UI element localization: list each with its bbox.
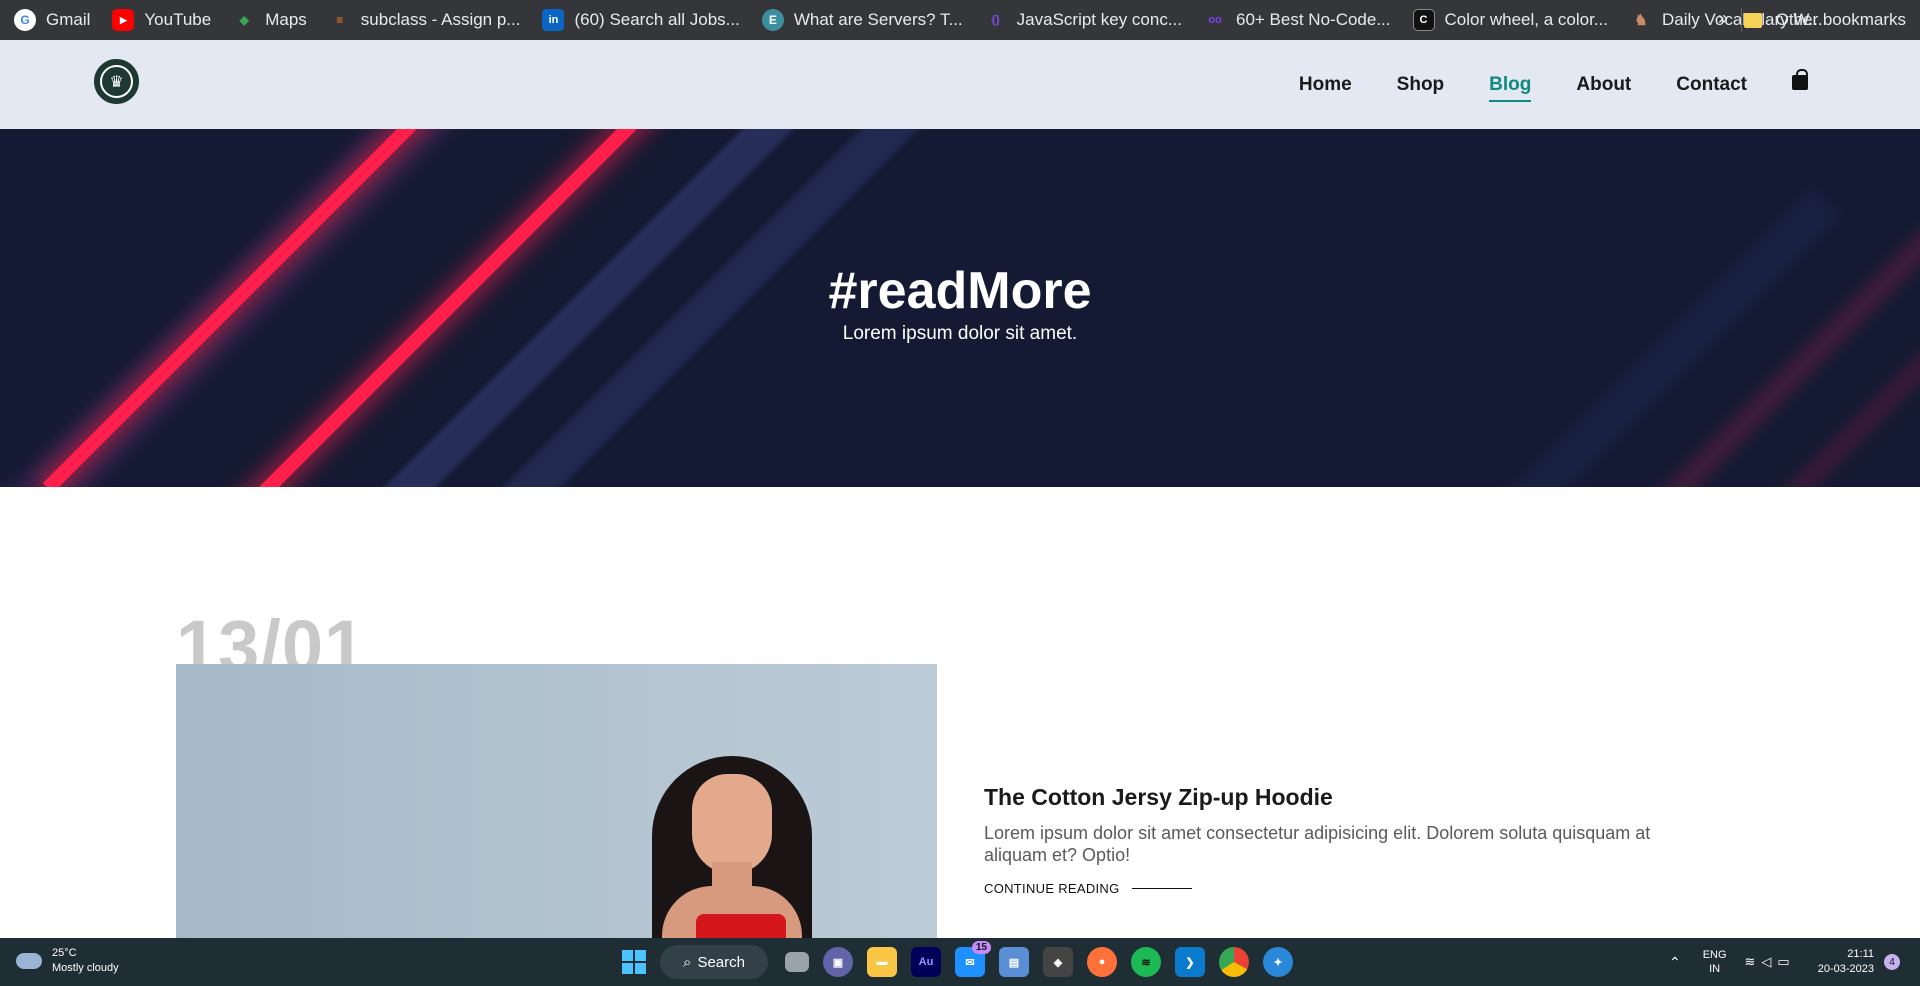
spotify-icon[interactable]: ≋ <box>1131 947 1161 977</box>
divider <box>1741 8 1742 32</box>
nav-shop[interactable]: Shop <box>1397 74 1445 96</box>
vscode-icon[interactable]: ❯ <box>1175 947 1205 977</box>
youtube-icon: ▶ <box>112 9 135 31</box>
linkedin-icon: in <box>542 9 565 31</box>
firefox-icon[interactable]: ● <box>1087 947 1117 977</box>
post-image <box>176 664 937 938</box>
bookmark-javascript[interactable]: {} JavaScript key conc... <box>985 9 1182 31</box>
nav-blog[interactable]: Blog <box>1489 74 1532 102</box>
bookmark-label: (60) Search all Jobs... <box>574 10 740 29</box>
teams-icon[interactable]: ▣ <box>823 947 853 977</box>
bookmark-gmail[interactable]: G Gmail <box>14 9 90 31</box>
post-date: 13/01 <box>176 610 367 664</box>
nav-home[interactable]: Home <box>1299 74 1352 96</box>
search-label: Search <box>697 953 745 971</box>
post-excerpt: Lorem ipsum dolor sit amet consectetur a… <box>984 823 1651 865</box>
site-icon: E <box>761 9 784 31</box>
bookmark-nocode[interactable]: oo 60+ Best No-Code... <box>1204 9 1391 31</box>
image-top <box>696 914 786 938</box>
bookmark-label: Color wheel, a color... <box>1444 10 1608 29</box>
bookmark-label: What are Servers? T... <box>793 10 963 29</box>
weather-temp: 25°C <box>52 947 77 959</box>
bookmark-youtube[interactable]: ▶ YouTube <box>112 9 211 31</box>
task-view-icon[interactable] <box>785 952 809 972</box>
bookmark-colorwheel[interactable]: C Color wheel, a color... <box>1412 9 1608 31</box>
clock[interactable]: 21:11 20-03-2023 <box>1818 947 1874 977</box>
main-nav: Home Shop Blog About Contact <box>1254 40 1808 129</box>
taskbar: 25°C Mostly cloudy ⌕ Search ▣ ▬ Au ✉ 15 ▤ … <box>0 938 1920 986</box>
bookmark-label: subclass - Assign p... <box>360 10 521 29</box>
audition-icon[interactable]: Au <box>911 947 941 977</box>
clock-time: 21:11 <box>1847 948 1874 960</box>
other-bookmarks-label: Other bookmarks <box>1775 10 1906 29</box>
nav-contact[interactable]: Contact <box>1676 74 1747 96</box>
bookmark-label: 60+ Best No-Code... <box>1236 10 1391 29</box>
windows-start-icon[interactable] <box>622 950 646 974</box>
starbucks-logo-icon[interactable]: ♛ <box>94 59 139 104</box>
divider <box>1131 888 1192 889</box>
mail-icon[interactable]: ✉ 15 <box>955 941 991 977</box>
maps-icon: ◆ <box>239 13 249 27</box>
siren-icon: ♛ <box>100 65 133 98</box>
chevron-up-icon[interactable]: ⌃ <box>1669 954 1681 971</box>
bulb-app-icon[interactable]: ✦ <box>1263 947 1293 977</box>
post-title: The Cotton Jersy Zip-up Hoodie <box>984 784 1333 810</box>
weather-widget[interactable]: 25°C Mostly cloudy <box>16 946 119 976</box>
bookmark-label: Gmail <box>46 10 91 29</box>
bookmark-linkedin[interactable]: in (60) Search all Jobs... <box>542 9 740 31</box>
file-explorer-icon[interactable]: ▬ <box>867 947 897 977</box>
cow-icon: ♞ <box>1634 12 1648 29</box>
continue-reading-label: CONTINUE READING <box>984 881 1120 896</box>
image-face <box>692 774 772 874</box>
google-icon: G <box>14 9 36 31</box>
wifi-volume-battery-icon[interactable]: ≋◁▭ <box>1745 954 1796 970</box>
js-icon: {} <box>991 14 1000 26</box>
other-bookmarks[interactable]: Other bookmarks <box>1743 0 1906 40</box>
canva-icon: C <box>1412 9 1435 31</box>
unity-icon[interactable]: ◈ <box>1043 947 1073 977</box>
remote-desktop-icon[interactable]: ▤ <box>999 947 1029 977</box>
folder-icon <box>1743 12 1762 28</box>
bookmark-maps[interactable]: ◆ Maps <box>233 9 307 31</box>
taskbar-apps: ⌕ Search ▣ ▬ Au ✉ 15 ▤ ◈ ● ≋ ❯ ✦ <box>622 941 1300 980</box>
weather-condition: Mostly cloudy <box>52 962 119 974</box>
shopping-bag-icon[interactable] <box>1792 69 1808 90</box>
hero-title: #readMore <box>828 262 1092 320</box>
region-code: IN <box>1709 963 1721 975</box>
site-header: ♛ Home Shop Blog About Contact <box>0 40 1920 129</box>
more-bookmarks-chevron-icon[interactable]: » <box>1718 8 1728 29</box>
bookmark-label: YouTube <box>144 10 212 29</box>
bookmark-subclass[interactable]: ≡ subclass - Assign p... <box>329 9 521 31</box>
hero-subtitle: Lorem ipsum dolor sit amet. <box>842 323 1078 344</box>
cloudy-weather-icon <box>16 947 42 969</box>
nav-about[interactable]: About <box>1576 74 1631 96</box>
language-indicator[interactable]: ENG IN <box>1703 948 1727 976</box>
lang-code: ENG <box>1702 949 1727 961</box>
bookmark-label: JavaScript key conc... <box>1016 10 1182 29</box>
search-icon: ⌕ <box>683 953 692 971</box>
taskbar-search[interactable]: ⌕ Search <box>660 945 768 979</box>
clock-date: 20-03-2023 <box>1817 963 1874 975</box>
stackoverflow-icon: ≡ <box>336 13 344 27</box>
mail-badge: 15 <box>971 941 991 954</box>
chrome-icon[interactable] <box>1219 947 1249 977</box>
bookmark-label: Maps <box>265 10 307 29</box>
notification-badge[interactable]: 4 <box>1884 954 1900 970</box>
system-tray: ⌃ ENG IN ≋◁▭ 21:11 20-03-2023 4 <box>1669 938 1900 986</box>
hero-banner: #readMore Lorem ipsum dolor sit amet. <box>0 129 1920 487</box>
nocode-icon: oo <box>1208 14 1222 26</box>
continue-reading-link[interactable]: CONTINUE READING <box>984 881 1192 896</box>
bookmark-servers[interactable]: E What are Servers? T... <box>761 9 963 31</box>
bookmarks-bar: G Gmail ▶ YouTube ◆ Maps ≡ subclass - Assign… <box>0 0 1920 40</box>
